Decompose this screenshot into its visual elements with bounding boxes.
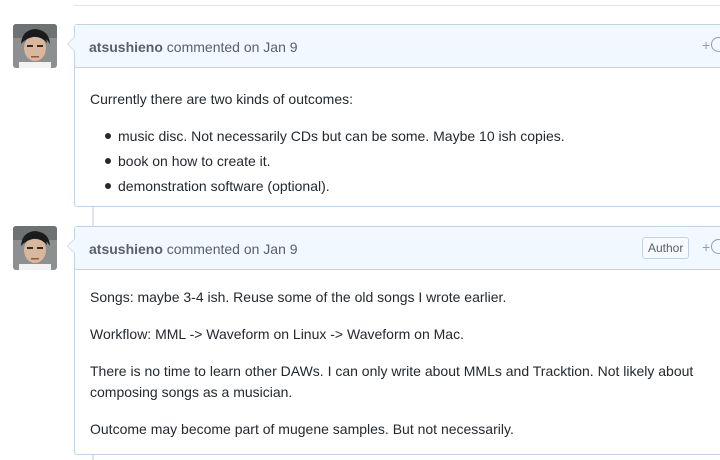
comment-timestamp[interactable]: commented on Jan 9 <box>167 241 298 257</box>
outcome-list: music disc. Not necessarily CDs but can … <box>90 126 720 197</box>
reaction-plus: + <box>702 239 711 255</box>
avatar-photo-icon <box>13 226 57 270</box>
smiley-icon <box>711 239 720 254</box>
author-badge: Author <box>642 237 690 259</box>
avatar-photo-icon <box>13 24 57 68</box>
add-reaction-button[interactable]: + <box>702 239 720 255</box>
comment: atsushieno commented on Jan 9 + Currentl… <box>67 24 720 207</box>
comment-paragraph: Songs: maybe 3-4 ish. Reuse some of the … <box>90 289 507 305</box>
smiley-icon <box>711 37 720 52</box>
list-item: music disc. Not necessarily CDs but can … <box>105 126 720 147</box>
avatar[interactable] <box>13 226 57 270</box>
comment-author[interactable]: atsushieno <box>89 39 163 55</box>
list-item: demonstration software (optional). <box>105 176 720 197</box>
add-reaction-button[interactable]: + <box>702 37 720 53</box>
comment-body: Currently there are two kinds of outcome… <box>75 68 720 216</box>
comment-paragraph: Workflow: MML -> Waveform on Linux -> Wa… <box>90 326 464 342</box>
top-divider <box>74 5 720 6</box>
comment-paragraph: Outcome may become part of mugene sample… <box>90 421 514 437</box>
comment-timestamp[interactable]: commented on Jan 9 <box>167 39 298 55</box>
avatar[interactable] <box>13 24 57 68</box>
reaction-plus: + <box>702 37 711 53</box>
comment-author[interactable]: atsushieno <box>89 241 163 257</box>
comment-body: Songs: maybe 3-4 ish. Reuse some of the … <box>75 270 720 455</box>
list-item: book on how to create it. <box>105 151 720 172</box>
comment-header: atsushieno commented on Jan 9 Author + <box>67 227 720 270</box>
comment: atsushieno commented on Jan 9 Author + S… <box>67 226 720 455</box>
comment-header: atsushieno commented on Jan 9 + <box>67 25 720 68</box>
comment-paragraph: There is no time to learn other DAWs. I … <box>90 363 694 400</box>
comment-paragraph: Currently there are two kinds of outcome… <box>90 91 354 107</box>
